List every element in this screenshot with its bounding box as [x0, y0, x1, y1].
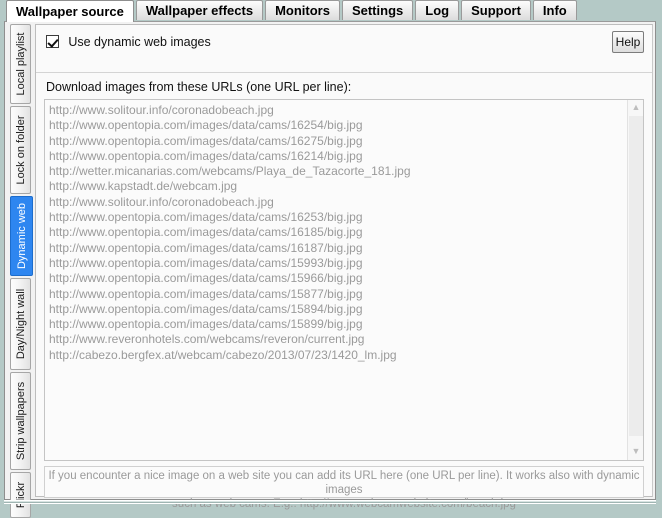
client-panel: Local playlist Lock on folder Dynamic web D… [4, 21, 656, 518]
window-bottom-bevel [4, 500, 656, 506]
use-dynamic-web-images-checkbox[interactable] [46, 35, 59, 48]
url-line[interactable]: http://www.opentopia.com/images/data/cam… [49, 225, 625, 240]
tab-settings[interactable]: Settings [341, 0, 414, 20]
tab-wallpaper-source[interactable]: Wallpaper source [6, 0, 134, 22]
tab-monitors[interactable]: Monitors [265, 0, 340, 20]
sidebar-item-lock-on-folder[interactable]: Lock on folder [10, 106, 31, 194]
tab-info[interactable]: Info [532, 0, 577, 20]
use-dynamic-web-images-row[interactable]: Use dynamic web images [46, 35, 211, 53]
sidebar-item-strip-wallpapers[interactable]: Strip wallpapers [10, 372, 31, 470]
use-dynamic-web-images-label: Use dynamic web images [68, 35, 211, 49]
side-tab-rail: Local playlist Lock on folder Dynamic web D… [7, 24, 33, 518]
url-line[interactable]: http://cabezo.bergfex.at/webcam/cabezo/2… [49, 348, 625, 363]
url-line[interactable]: http://www.opentopia.com/images/data/cam… [49, 134, 625, 149]
chevron-down-icon[interactable]: ▼ [628, 444, 643, 460]
hint-line: If you encounter a nice image on a web s… [48, 470, 640, 496]
main-tab-bar: Wallpaper source Wallpaper effects Monitor… [6, 0, 656, 22]
url-line[interactable]: http://www.opentopia.com/images/data/cam… [49, 271, 625, 286]
url-line[interactable]: http://www.solitour.info/coronadobeach.j… [49, 103, 625, 118]
client-inner: Local playlist Lock on folder Dynamic web D… [5, 22, 655, 518]
dynamic-web-pane: Use dynamic web images Help Download ima… [35, 24, 653, 510]
url-line[interactable]: http://www.opentopia.com/images/data/cam… [49, 118, 625, 133]
url-line[interactable]: http://www.opentopia.com/images/data/cam… [49, 210, 625, 225]
tab-log[interactable]: Log [415, 0, 460, 20]
url-line[interactable]: http://www.kapstadt.de/webcam.jpg [49, 179, 625, 194]
hint-box: If you encounter a nice image on a web s… [44, 466, 644, 510]
url-line[interactable]: http://www.opentopia.com/images/data/cam… [49, 256, 625, 271]
sidebar-item-label: Dynamic web [15, 202, 28, 270]
url-line[interactable]: http://wetter.micanarias.com/webcams/Pla… [49, 164, 625, 179]
url-line[interactable]: http://www.solitour.info/coronadobeach.j… [49, 195, 625, 210]
tab-support[interactable]: Support [461, 0, 531, 20]
url-line[interactable]: http://www.opentopia.com/images/data/cam… [49, 317, 625, 332]
url-textarea-scrollbar[interactable]: ▲ ▼ [627, 100, 643, 460]
section-divider [36, 72, 652, 73]
sidebar-item-day-night-wall[interactable]: Day/Night wall [10, 278, 31, 370]
url-line[interactable]: http://www.opentopia.com/images/data/cam… [49, 149, 625, 164]
scrollbar-thumb[interactable] [629, 116, 643, 436]
help-button[interactable]: Help [612, 31, 644, 53]
url-line-container[interactable]: http://www.solitour.info/coronadobeach.j… [49, 103, 625, 458]
sidebar-item-label: Local playlist [14, 32, 27, 96]
tab-wallpaper-effects[interactable]: Wallpaper effects [135, 0, 264, 20]
url-textarea[interactable]: http://www.solitour.info/coronadobeach.j… [44, 99, 644, 461]
sidebar-item-flickr[interactable]: Flickr [10, 472, 31, 518]
url-line[interactable]: http://www.opentopia.com/images/data/cam… [49, 241, 625, 256]
sidebar-item-local-playlist[interactable]: Local playlist [10, 24, 31, 104]
sidebar-item-label: Day/Night wall [14, 288, 27, 360]
url-line[interactable]: http://www.opentopia.com/images/data/cam… [49, 302, 625, 317]
url-line[interactable]: http://www.opentopia.com/images/data/cam… [49, 287, 625, 302]
sidebar-item-label: Strip wallpapers [14, 381, 27, 461]
chevron-up-icon[interactable]: ▲ [628, 100, 643, 116]
sidebar-item-label: Lock on folder [14, 115, 27, 185]
url-list-label: Download images from these URLs (one URL… [46, 80, 352, 94]
url-line[interactable]: http://www.reveronhotels.com/webcams/rev… [49, 332, 625, 347]
application-window: Wallpaper source Wallpaper effects Monitor… [0, 0, 662, 518]
sidebar-item-dynamic-web[interactable]: Dynamic web [10, 196, 33, 276]
